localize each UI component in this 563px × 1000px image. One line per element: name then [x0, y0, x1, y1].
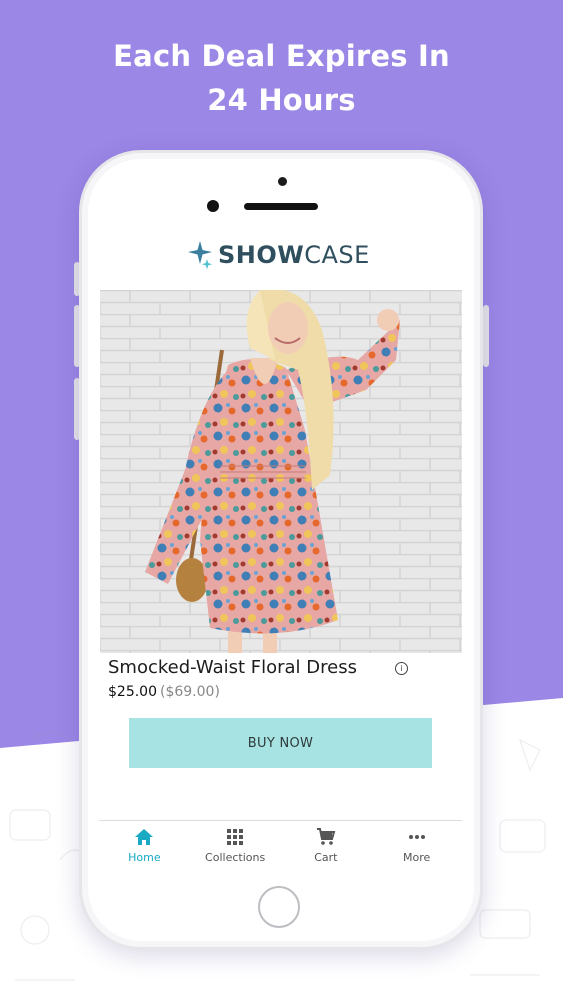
logo-bold-text: SHOW — [218, 241, 305, 269]
product-price-row: $25.00 ($69.00) — [108, 684, 220, 700]
home-icon — [135, 829, 154, 845]
tab-collections-label: Collections — [205, 851, 266, 864]
product-photo-illustration — [100, 290, 462, 653]
phone-front-camera — [207, 200, 219, 212]
cart-icon — [316, 828, 336, 845]
logo-light-text: CASE — [304, 241, 370, 269]
product-title[interactable]: Smocked-Waist Floral Dress — [108, 657, 357, 678]
tabbar-divider — [99, 820, 462, 821]
grid-icon — [227, 829, 244, 845]
phone-home-button — [258, 886, 300, 928]
phone-power-button — [483, 305, 489, 367]
tab-home-label: Home — [128, 851, 161, 864]
headline-line-2: 24 Hours — [207, 83, 356, 117]
bottom-tab-bar: Home Collections Cart More — [99, 826, 462, 872]
original-price: ($69.00) — [160, 684, 220, 700]
tab-collections[interactable]: Collections — [190, 826, 281, 872]
buy-now-button[interactable]: BUY NOW — [129, 718, 432, 768]
product-image[interactable] — [100, 290, 462, 653]
phone-top-sensor — [278, 177, 287, 186]
tab-more[interactable]: More — [371, 826, 462, 872]
tab-home[interactable]: Home — [99, 826, 190, 872]
tab-cart-label: Cart — [314, 851, 338, 864]
more-dots-icon — [408, 835, 425, 839]
headline: Each Deal Expires In 24 Hours — [0, 34, 563, 122]
sparkle-stars-icon — [188, 241, 212, 270]
app-logo-wordmark: SHOWCASE — [218, 241, 370, 269]
info-icon[interactable]: i — [395, 662, 408, 675]
phone-speaker — [244, 203, 318, 210]
app-logo: SHOWCASE — [188, 238, 370, 272]
headline-line-1: Each Deal Expires In — [113, 39, 450, 73]
tab-more-label: More — [402, 851, 431, 864]
sale-price: $25.00 — [108, 684, 157, 700]
tab-cart[interactable]: Cart — [281, 826, 372, 872]
